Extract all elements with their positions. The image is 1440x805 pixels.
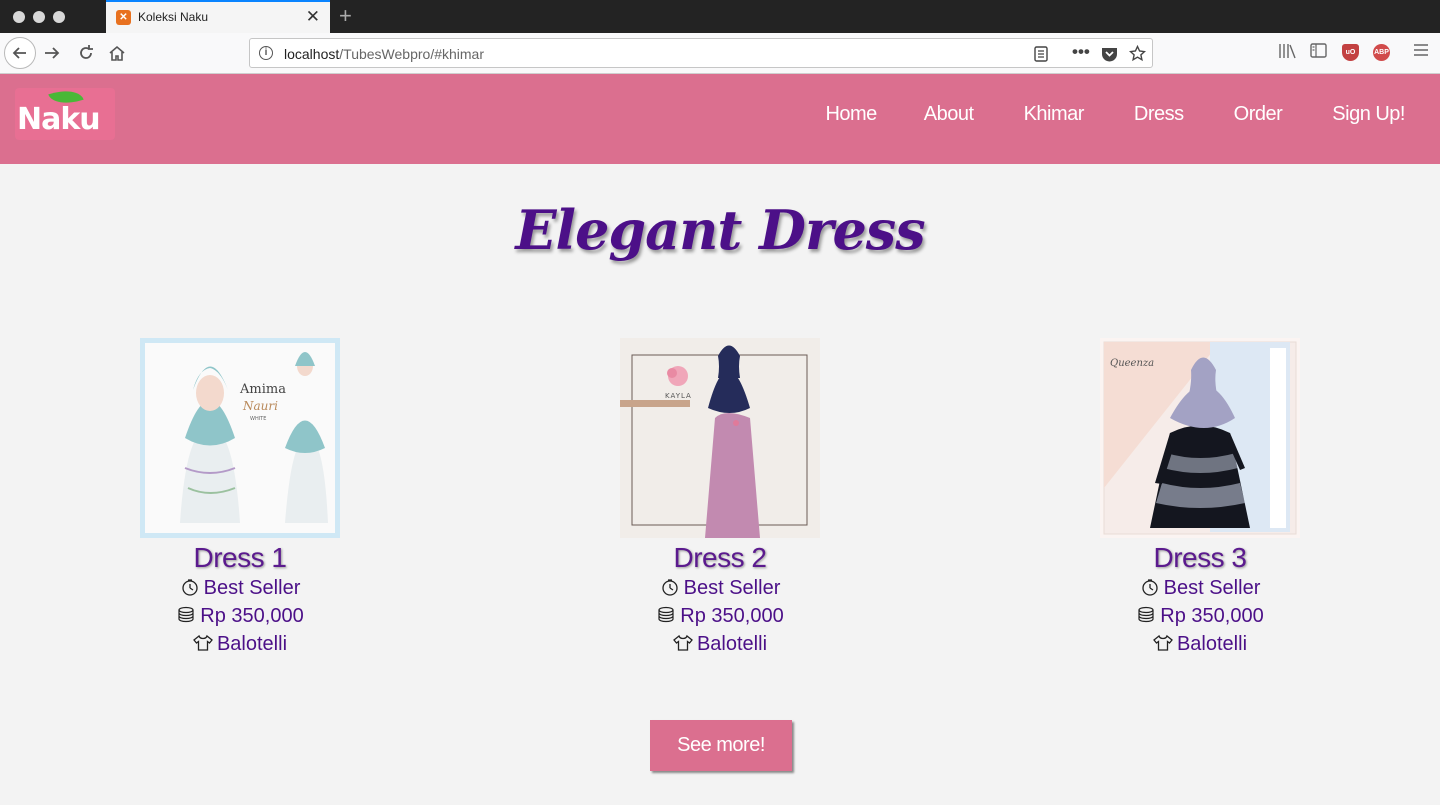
browser-tab-bar: ✕ Koleksi Naku ✕ +	[0, 0, 1440, 33]
home-icon[interactable]	[107, 43, 127, 63]
product-price: Rp 350,000	[1080, 602, 1320, 630]
nav-home[interactable]: Home	[800, 74, 898, 164]
product-price: Rp 350,000	[600, 602, 840, 630]
tshirt-icon	[673, 634, 693, 651]
thumb-model-label: Nauri	[242, 399, 278, 413]
hamburger-menu-icon[interactable]	[1413, 43, 1429, 57]
tab-close-icon[interactable]: ✕	[306, 7, 320, 27]
nav-khimar[interactable]: Khimar	[999, 74, 1109, 164]
sidebar-icon[interactable]	[1310, 43, 1327, 58]
url-bar[interactable]: i localhost/TubesWebpro/#khimar •••	[249, 38, 1153, 68]
product-tag: Best Seller	[600, 574, 840, 602]
tshirt-icon	[193, 634, 213, 651]
site-info-icon[interactable]: i	[259, 46, 273, 60]
close-window-dot[interactable]	[13, 11, 25, 23]
thumb-brand-label: Queenza	[1110, 358, 1154, 369]
product-image[interactable]: Amima Nauri WHITE	[140, 338, 340, 538]
new-tab-icon[interactable]: +	[339, 3, 352, 29]
coins-icon	[1138, 606, 1154, 623]
minimize-window-dot[interactable]	[33, 11, 45, 23]
thumb-model-label: KAYLA	[665, 392, 692, 400]
product-card: KAYLA Dress 2 Best Seller Rp 350,000 Bal…	[600, 338, 840, 658]
product-tag: Best Seller	[120, 574, 360, 602]
tshirt-icon	[1153, 634, 1173, 651]
back-arrow-icon	[12, 47, 26, 59]
stopwatch-icon	[1141, 579, 1158, 596]
stopwatch-icon	[181, 579, 198, 596]
browser-toolbar: i localhost/TubesWebpro/#khimar ••• uO A…	[0, 33, 1440, 74]
reload-icon[interactable]	[76, 43, 96, 63]
product-image[interactable]: Queenza	[1100, 338, 1300, 538]
page-actions-icon[interactable]: •••	[1072, 42, 1090, 62]
nav-dress[interactable]: Dress	[1109, 74, 1209, 164]
product-name[interactable]: Dress 2	[600, 542, 840, 574]
tab-title: Koleksi Naku	[138, 10, 209, 24]
product-brand: Balotelli	[1080, 630, 1320, 658]
back-button[interactable]	[4, 37, 36, 69]
product-image[interactable]: KAYLA	[620, 338, 820, 538]
ublock-origin-icon[interactable]: uO	[1342, 44, 1359, 61]
site-header: Naku Home About Khimar Dress Order Sign …	[0, 74, 1440, 164]
product-name[interactable]: Dress 1	[120, 542, 360, 574]
page-title: Elegant Dress	[515, 198, 925, 262]
logo-text: Naku	[17, 102, 101, 137]
bookmark-star-icon[interactable]	[1129, 45, 1146, 62]
forward-arrow-icon[interactable]	[42, 43, 62, 63]
product-brand: Balotelli	[600, 630, 840, 658]
reader-view-icon[interactable]	[1034, 46, 1048, 62]
nav-order[interactable]: Order	[1209, 74, 1308, 164]
product-price: Rp 350,000	[120, 602, 360, 630]
logo[interactable]: Naku	[15, 84, 115, 140]
browser-tab[interactable]: ✕ Koleksi Naku ✕	[106, 0, 330, 33]
see-more-button[interactable]: See more!	[650, 720, 792, 771]
xampp-favicon-icon: ✕	[116, 10, 131, 25]
maximize-window-dot[interactable]	[53, 11, 65, 23]
product-name[interactable]: Dress 3	[1080, 542, 1320, 574]
nav-about[interactable]: About	[899, 74, 999, 164]
url-text[interactable]: localhost/TubesWebpro/#khimar	[284, 46, 484, 62]
thumb-brand-label: Amima	[239, 382, 286, 397]
product-card: Queenza Dress 3 Best Seller Rp 350,000 B…	[1080, 338, 1320, 658]
coins-icon	[658, 606, 674, 623]
stopwatch-icon	[661, 579, 678, 596]
library-icon[interactable]	[1278, 43, 1296, 59]
product-card: Amima Nauri WHITE Dress 1 Best Seller Rp…	[120, 338, 360, 658]
thumb-color-label: WHITE	[250, 416, 266, 422]
pocket-icon[interactable]	[1101, 46, 1118, 62]
adblock-plus-icon[interactable]: ABP	[1373, 44, 1390, 61]
coins-icon	[178, 606, 194, 623]
main-nav: Home About Khimar Dress Order Sign Up!	[800, 74, 1440, 164]
product-tag: Best Seller	[1080, 574, 1320, 602]
nav-sign-up[interactable]: Sign Up!	[1307, 74, 1440, 164]
product-brand: Balotelli	[120, 630, 360, 658]
